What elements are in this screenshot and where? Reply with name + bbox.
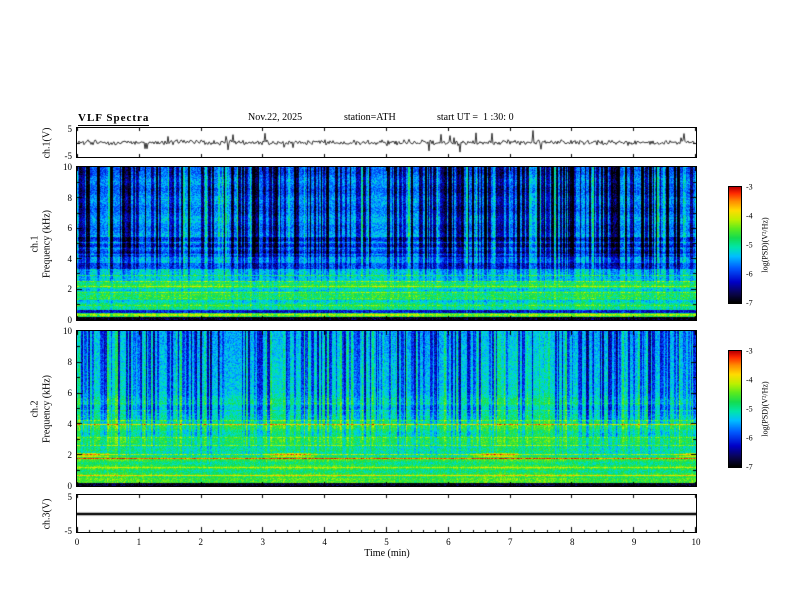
colorbar-1-tick-label: -5: [746, 240, 753, 250]
ch3-waveform-plot: [77, 495, 696, 532]
colorbar-2-tick-label: -7: [746, 462, 753, 472]
colorbar-1-gradient: [729, 187, 741, 303]
spec1-ytick-label: 4: [67, 253, 73, 264]
x-axis-label: Time (min): [364, 548, 410, 559]
station-label: station=ATH: [344, 112, 396, 123]
x-tick-label: 6: [446, 537, 451, 547]
colorbar-1-tick-label: -3: [746, 182, 753, 192]
ch1-voltage-ylabel: ch.1(V): [41, 127, 53, 159]
spec1-ytick-label: 6: [67, 223, 73, 234]
spec1-ytick-label: 8: [67, 192, 73, 203]
colorbar-1-tick-label: -6: [746, 269, 753, 279]
colorbar-1-tick-label: -4: [746, 211, 753, 221]
x-tick-label: 5: [384, 537, 389, 547]
colorbar-2-gradient: [729, 351, 741, 467]
ch1-spectrogram-panel: [76, 166, 697, 321]
colorbar-2-label: log(PSD)(V²/Hz): [760, 381, 770, 437]
ch2-channel-label: ch.2: [29, 400, 41, 418]
spec2-ytick-label: 0: [67, 481, 73, 491]
colorbar-2-tick-label: -5: [746, 404, 753, 414]
colorbar-1-tick-label: -7: [746, 298, 753, 308]
x-tick-label: 0: [74, 537, 80, 547]
spec1-ytick-label: 2: [67, 284, 73, 295]
spec2-ytick-label: 10: [63, 326, 72, 336]
colorbar-2-tick-label: -6: [746, 433, 753, 443]
x-tick-label: 1: [136, 537, 142, 547]
ch1-spectrogram-plot: [77, 167, 696, 320]
x-tick-label: 8: [569, 537, 575, 547]
x-tick-label: 10: [691, 537, 701, 547]
colorbar-2-tick-label: -4: [746, 375, 753, 385]
x-tick-label: 7: [508, 537, 513, 547]
spec1-ytick-label: 0: [67, 315, 73, 325]
spec2-ytick-label: 8: [67, 357, 73, 367]
colorbar-2: [728, 350, 742, 468]
x-tick-label: 2: [198, 537, 204, 547]
ch2-spectrogram-plot: [77, 331, 696, 486]
x-tick-label: 3: [260, 537, 265, 547]
wave1-ytick-label: -5: [64, 151, 73, 161]
wave1-ytick-label: 5: [67, 124, 73, 134]
ch1-waveform-plot: [77, 128, 696, 157]
ch1-frequency-ylabel: Frequency (kHz): [41, 209, 53, 279]
x-tick-label: 4: [322, 537, 327, 547]
spec2-ytick-label: 6: [67, 388, 73, 398]
colorbar-1: [728, 186, 742, 304]
wave3-ytick-label: 5: [67, 492, 73, 502]
ch3-waveform-panel: [76, 494, 697, 533]
spec2-ytick-label: 4: [67, 419, 73, 429]
page-title: VLF Spectra: [78, 112, 150, 126]
x-tick-label: 9: [631, 537, 637, 547]
colorbar-1-label: log(PSD)(V²/Hz): [760, 217, 770, 273]
vlf-spectra-figure: VLF Spectra Nov.22, 2025 station=ATH sta…: [0, 0, 792, 612]
wave3-ytick-label: -5: [64, 526, 73, 536]
ch3-voltage-ylabel: ch.3(V): [41, 498, 53, 530]
ch2-spectrogram-panel: [76, 330, 697, 487]
start-ut-label: start UT = 1 :30: 0: [437, 112, 514, 123]
ch1-channel-label: ch.1: [29, 235, 41, 253]
ch1-waveform-panel: [76, 127, 697, 158]
spec1-ytick-label: 10: [63, 162, 72, 172]
ch2-frequency-ylabel: Frequency (kHz): [41, 374, 53, 444]
spec2-ytick-label: 2: [67, 450, 73, 460]
date-label: Nov.22, 2025: [248, 112, 303, 123]
colorbar-2-tick-label: -3: [746, 346, 753, 356]
